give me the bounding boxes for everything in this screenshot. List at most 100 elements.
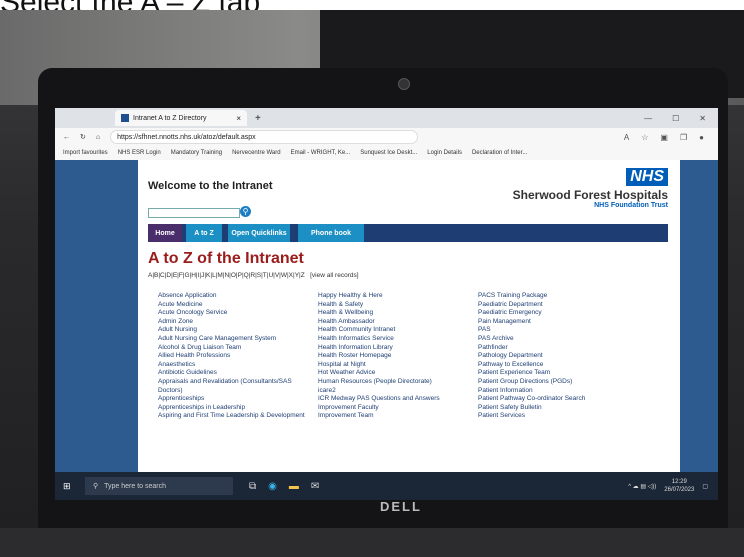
list-item[interactable]: Hospital at Night	[318, 361, 468, 370]
system-tray: ^ ☁ ▤ ◁)) 12:29 26/07/2023 ▢	[628, 478, 718, 494]
favourite-item[interactable]: Sunquest Ice Deskt...	[360, 150, 417, 156]
tab-favicon-icon	[121, 114, 129, 122]
list-item[interactable]: Pain Management	[478, 318, 658, 327]
list-item[interactable]: PAS	[478, 326, 658, 335]
page-title: A to Z of the Intranet	[148, 250, 304, 267]
laptop-base	[0, 528, 744, 557]
column-p: PACS Training Package Paediatric Departm…	[478, 292, 658, 421]
search-icon: ⚲	[93, 483, 99, 490]
list-item[interactable]: ICR Medway PAS Questions and Answers	[318, 395, 468, 404]
laptop-screen: Intranet A to Z Directory × + — ☐ ✕ ← ↻ …	[55, 108, 718, 500]
list-item[interactable]: Patient Services	[478, 412, 658, 421]
list-item[interactable]: Health Information Library	[318, 344, 468, 353]
edge-icon[interactable]: ◉	[268, 481, 277, 492]
clock[interactable]: 12:29 26/07/2023	[664, 478, 694, 494]
list-item[interactable]: Human Resources (People Directorate)	[318, 378, 468, 387]
tab-phonebook[interactable]: Phone book	[298, 224, 364, 242]
list-item[interactable]: Patient Pathway Co-ordinator Search	[478, 395, 658, 404]
maximize-icon[interactable]: ☐	[672, 114, 679, 123]
list-item[interactable]: Apprenticeships in Leadership	[158, 404, 308, 413]
list-item[interactable]: Health Informatics Service	[318, 335, 468, 344]
favourite-item[interactable]: Mandatory Training	[171, 150, 222, 156]
search-icon[interactable]: ⚲	[240, 206, 251, 217]
address-input[interactable]: https://sfhnet.nnotts.nhs.uk/atoz/defaul…	[110, 130, 419, 144]
list-item[interactable]: Admin Zone	[158, 318, 308, 327]
new-tab-button[interactable]: +	[255, 113, 261, 124]
list-item[interactable]: Health & Safety	[318, 301, 468, 310]
toolbar-icons: A ☆ ▣ ❐ ●	[624, 133, 718, 142]
list-item[interactable]: PACS Training Package	[478, 292, 658, 301]
favourite-item[interactable]: Login Details	[427, 150, 462, 156]
list-item[interactable]: Improvement Team	[318, 412, 468, 421]
close-window-icon[interactable]: ✕	[699, 114, 706, 123]
taskbar-apps: ⧉ ◉ ▬ ✉	[249, 481, 319, 492]
tab-quicklinks[interactable]: Open Quicklinks	[228, 224, 290, 242]
mail-icon[interactable]: ✉	[311, 481, 319, 492]
favourite-star-icon[interactable]: ☆	[641, 133, 648, 142]
view-all-link[interactable]: [view all records]	[310, 272, 358, 279]
list-item[interactable]: Alcohol & Drug Liaison Team	[158, 344, 308, 353]
list-item[interactable]: Health & Wellbeing	[318, 309, 468, 318]
list-item[interactable]: Absence Application	[158, 292, 308, 301]
list-item[interactable]: Health Ambassador	[318, 318, 468, 327]
list-item[interactable]: Health Community Intranet	[318, 326, 468, 335]
list-item[interactable]: Patient Safety Bulletin	[478, 404, 658, 413]
list-item[interactable]: Pathology Department	[478, 352, 658, 361]
browser-tab[interactable]: Intranet A to Z Directory ×	[115, 110, 247, 126]
list-item[interactable]: Health Roster Homepage	[318, 352, 468, 361]
list-item[interactable]: Adult Nursing Care Management System	[158, 335, 308, 344]
list-item[interactable]: Appraisals and Revalidation (Consultants…	[158, 378, 308, 395]
clock-date: 26/07/2023	[664, 487, 695, 493]
list-item[interactable]: Patient Information	[478, 387, 658, 396]
search-input[interactable]	[148, 208, 240, 218]
back-icon[interactable]: ←	[63, 134, 70, 141]
list-item[interactable]: Hot Weather Advice	[318, 369, 468, 378]
intranet-page: Welcome to the Intranet NHS Sherwood For…	[138, 160, 680, 472]
notifications-icon[interactable]: ▢	[702, 483, 708, 490]
tab-title: Intranet A to Z Directory	[133, 114, 207, 122]
list-item[interactable]: Acute Medicine	[158, 301, 308, 310]
list-item[interactable]: Paediatric Emergency	[478, 309, 658, 318]
list-item[interactable]: Adult Nursing	[158, 326, 308, 335]
taskbar-search-placeholder: Type here to search	[104, 482, 167, 490]
read-aloud-icon[interactable]: A	[624, 133, 629, 142]
letter-links[interactable]: A|B|C|D|E|F|G|H|I|J|K|L|M|N|O|P|Q|R|S|T|…	[148, 272, 305, 279]
profile-icon[interactable]: ●	[699, 133, 704, 142]
favourite-item[interactable]: NHS ESR Login	[118, 150, 161, 156]
column-a: Absence Application Acute Medicine Acute…	[158, 292, 308, 421]
tab-home[interactable]: Home	[148, 224, 182, 242]
list-item[interactable]: icare2	[318, 387, 468, 396]
file-explorer-icon[interactable]: ▬	[289, 481, 299, 492]
tray-icons[interactable]: ^ ☁ ▤ ◁))	[628, 483, 656, 490]
collections-icon[interactable]: ❐	[680, 133, 687, 142]
windows-start-icon[interactable]: ⊞	[63, 481, 77, 492]
list-item[interactable]: Anaesthetics	[158, 361, 308, 370]
favourite-item[interactable]: Email - WRIGHT, Ke...	[291, 150, 351, 156]
refresh-icon[interactable]: ↻	[80, 133, 86, 141]
taskbar-search[interactable]: ⚲ Type here to search	[85, 477, 233, 495]
close-tab-icon[interactable]: ×	[236, 114, 241, 123]
list-item[interactable]: Patient Experience Team	[478, 369, 658, 378]
favourite-item[interactable]: Declaration of Inter...	[472, 150, 527, 156]
list-item[interactable]: Allied Health Professions	[158, 352, 308, 361]
tab-atoz[interactable]: A to Z	[186, 224, 222, 242]
list-item[interactable]: Patient Group Directions (PGDs)	[478, 378, 658, 387]
task-view-icon[interactable]: ⧉	[249, 481, 256, 492]
list-item[interactable]: Paediatric Department	[478, 301, 658, 310]
letter-index: A|B|C|D|E|F|G|H|I|J|K|L|M|N|O|P|Q|R|S|T|…	[148, 272, 359, 279]
list-item[interactable]: Apprenticeships	[158, 395, 308, 404]
extensions-icon[interactable]: ▣	[660, 133, 668, 142]
home-icon[interactable]: ⌂	[96, 134, 100, 141]
list-item[interactable]: Improvement Faculty	[318, 404, 468, 413]
favourite-item[interactable]: Import favourites	[63, 150, 108, 156]
list-item[interactable]: Acute Oncology Service	[158, 309, 308, 318]
minimize-icon[interactable]: —	[644, 114, 652, 123]
list-item[interactable]: Antibiotic Guidelines	[158, 369, 308, 378]
list-item[interactable]: Happy Healthy & Here	[318, 292, 468, 301]
list-item[interactable]: Pathfinder	[478, 344, 658, 353]
nav-bar	[148, 224, 668, 242]
list-item[interactable]: PAS Archive	[478, 335, 658, 344]
list-item[interactable]: Pathway to Excellence	[478, 361, 658, 370]
list-item[interactable]: Aspiring and First Time Leadership & Dev…	[158, 412, 308, 421]
favourite-item[interactable]: Nervecentre Ward	[232, 150, 280, 156]
